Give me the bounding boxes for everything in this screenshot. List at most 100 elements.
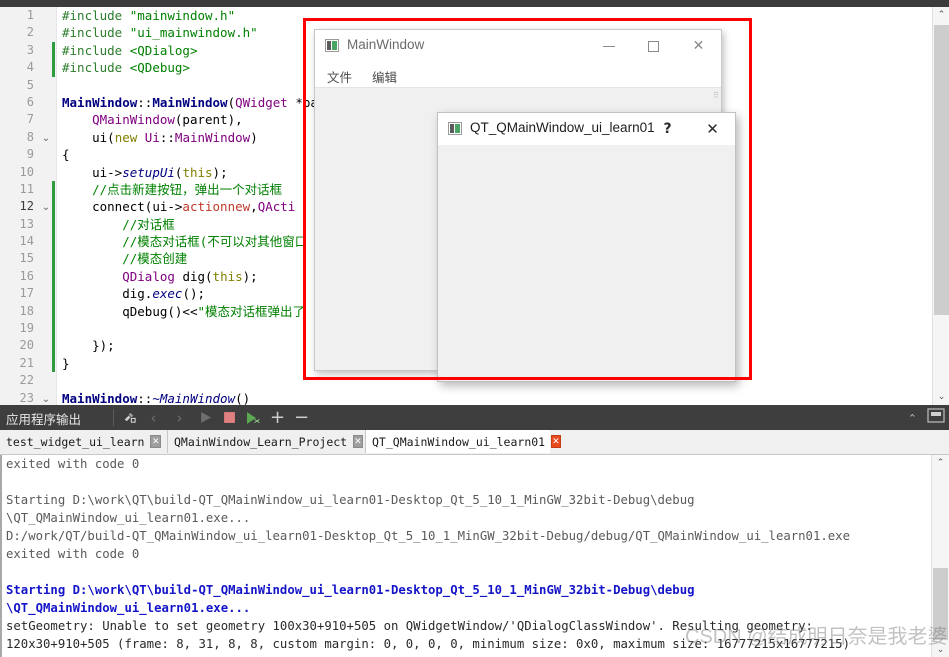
console-line: setGeometry: Unable to set geometry 100x… bbox=[6, 619, 813, 633]
zoom-in-icon[interactable]: + bbox=[268, 407, 287, 428]
code-text: QMainWindow(parent), bbox=[92, 112, 243, 128]
scroll-down-arrow-icon[interactable]: ⌄ bbox=[932, 642, 949, 657]
minimize-icon[interactable] bbox=[586, 30, 631, 62]
menu-file[interactable]: 文件 bbox=[327, 67, 352, 86]
line-number: 4 bbox=[26, 60, 34, 75]
line-number: 22 bbox=[19, 373, 34, 388]
output-tab[interactable]: test_widget_ui_learn ✕ bbox=[0, 430, 168, 453]
line-number: 3 bbox=[26, 42, 34, 57]
change-marker bbox=[52, 215, 55, 234]
dialog-title: QT_QMainWindow_ui_learn01 bbox=[470, 120, 655, 135]
scroll-grip-icon: ⠿ bbox=[713, 91, 719, 100]
console-line: 120x30+910+505 (frame: 8, 31, 8, 8, cust… bbox=[6, 637, 850, 651]
console-output[interactable]: exited with code 0 Starting D:\work\QT\b… bbox=[0, 455, 949, 657]
console-line: D:/work/QT/build-QT_QMainWindow_ui_learn… bbox=[6, 529, 850, 543]
console-line: Starting D:\work\QT\build-QT_QMainWindow… bbox=[6, 583, 695, 597]
mainwindow-menubar[interactable]: 文件 编辑 bbox=[315, 63, 721, 88]
change-marker bbox=[52, 180, 55, 199]
fold-toggle-icon[interactable]: ⌄ bbox=[40, 130, 52, 147]
close-icon[interactable]: ✕ bbox=[150, 435, 161, 448]
editor-scrollbar-thumb[interactable] bbox=[934, 25, 949, 315]
fold-toggle-icon[interactable]: ⌄ bbox=[40, 391, 52, 405]
toolbar-separator bbox=[113, 409, 114, 426]
close-icon[interactable]: ✕ bbox=[676, 30, 721, 62]
scroll-up-arrow-icon[interactable]: ⌃ bbox=[933, 7, 949, 23]
scroll-up-arrow-icon[interactable]: ⌃ bbox=[932, 455, 949, 471]
zoom-out-icon[interactable]: − bbox=[292, 407, 311, 428]
line-number: 6 bbox=[26, 94, 34, 109]
code-text: MainWindow::~MainWindow() bbox=[62, 390, 251, 405]
collapse-pane-icon[interactable]: ⌃ bbox=[908, 412, 917, 425]
close-icon[interactable]: ✕ bbox=[353, 435, 363, 448]
code-text: dig.exec(); bbox=[122, 286, 206, 302]
editor-scrollbar[interactable]: ⌃ ⌄ bbox=[932, 7, 949, 405]
code-line[interactable]: 23 ⌄ MainWindow::~MainWindow() bbox=[0, 390, 932, 405]
stop-icon[interactable] bbox=[220, 408, 239, 427]
line-number: 12 bbox=[19, 199, 34, 214]
output-tab-label: QT_QMainWindow_ui_learn01 bbox=[372, 434, 546, 449]
output-toolbar: 应用程序输出 ‹ › + − ⌃ bbox=[0, 405, 949, 430]
line-number: 10 bbox=[19, 164, 34, 179]
code-text: //点击新建按钮，弹出一个对话框 bbox=[92, 181, 283, 197]
change-marker bbox=[52, 302, 55, 321]
menu-edit[interactable]: 编辑 bbox=[372, 67, 397, 86]
code-line[interactable]: 1 #include "mainwindow.h" bbox=[0, 7, 932, 24]
app-icon bbox=[448, 122, 462, 135]
fold-toggle-icon[interactable]: ⌄ bbox=[40, 199, 52, 216]
console-line: exited with code 0 bbox=[6, 547, 140, 561]
dialog-titlebar[interactable]: QT_QMainWindow_ui_learn01 ? ✕ bbox=[438, 113, 735, 145]
change-marker bbox=[52, 59, 55, 77]
change-marker bbox=[52, 337, 55, 355]
next-item-icon[interactable]: › bbox=[170, 408, 189, 427]
output-tab[interactable]: QMainWindow_Learn_Project ✕ bbox=[168, 430, 366, 453]
code-text: }); bbox=[92, 338, 115, 354]
mainwindow-title: MainWindow bbox=[347, 37, 425, 52]
top-strip bbox=[0, 0, 949, 7]
close-icon[interactable]: ✕ bbox=[551, 435, 561, 448]
scroll-down-arrow-icon[interactable]: ⌄ bbox=[933, 389, 949, 405]
line-number: 23 bbox=[19, 390, 34, 405]
line-number: 17 bbox=[19, 286, 34, 301]
code-text: ui(new Ui::MainWindow) bbox=[92, 129, 258, 145]
line-number: 13 bbox=[19, 216, 34, 231]
app-icon bbox=[325, 39, 339, 52]
output-pane-controls: ⌃ bbox=[908, 408, 945, 428]
change-marker bbox=[52, 285, 55, 303]
console-line: Starting D:\work\QT\build-QT_QMainWindow… bbox=[6, 493, 695, 507]
qt-modal-dialog[interactable]: QT_QMainWindow_ui_learn01 ? ✕ bbox=[437, 112, 736, 382]
close-icon[interactable]: ✕ bbox=[690, 113, 735, 145]
run-icon[interactable] bbox=[196, 408, 215, 427]
maximize-pane-icon[interactable] bbox=[927, 408, 945, 428]
dialog-body bbox=[438, 145, 735, 381]
help-icon[interactable]: ? bbox=[645, 113, 690, 145]
change-marker bbox=[52, 250, 55, 268]
code-text: { bbox=[62, 147, 70, 163]
change-marker bbox=[52, 320, 55, 338]
console-line: \QT_QMainWindow_ui_learn01.exe... bbox=[6, 601, 251, 615]
line-number: 16 bbox=[19, 268, 34, 283]
line-number: 14 bbox=[19, 234, 34, 249]
console-lines: exited with code 0 Starting D:\work\QT\b… bbox=[2, 455, 949, 653]
output-tab-bar[interactable]: test_widget_ui_learn ✕ QMainWindow_Learn_P… bbox=[0, 430, 949, 455]
previous-item-icon[interactable]: ‹ bbox=[144, 408, 163, 427]
output-pane-title: 应用程序输出 bbox=[6, 413, 82, 427]
change-marker bbox=[52, 198, 55, 216]
line-number: 20 bbox=[19, 338, 34, 353]
mainwindow-titlebar[interactable]: MainWindow ✕ bbox=[315, 30, 721, 63]
clear-output-icon[interactable] bbox=[120, 408, 139, 427]
console-line: \QT_QMainWindow_ui_learn01.exe... bbox=[6, 511, 251, 525]
code-text: #include <QDialog> bbox=[62, 42, 198, 58]
output-tab[interactable]: QT_QMainWindow_ui_learn01 ✕ bbox=[366, 430, 561, 453]
line-number: 8 bbox=[26, 129, 34, 144]
line-number: 9 bbox=[26, 147, 34, 162]
maximize-icon[interactable] bbox=[631, 30, 676, 62]
change-marker bbox=[52, 267, 55, 286]
code-text: #include "mainwindow.h" bbox=[62, 8, 236, 23]
console-scrollbar-thumb[interactable] bbox=[933, 568, 948, 640]
console-scrollbar[interactable]: ⌃ ⌄ bbox=[931, 455, 949, 657]
code-text: //模态对话框(不可以对其他窗口 bbox=[122, 234, 308, 250]
attach-debugger-icon[interactable] bbox=[244, 408, 263, 427]
change-marker bbox=[52, 233, 55, 251]
output-pane: 应用程序输出 ‹ › + − ⌃ test_widget_ui_learn ✕ … bbox=[0, 405, 949, 657]
